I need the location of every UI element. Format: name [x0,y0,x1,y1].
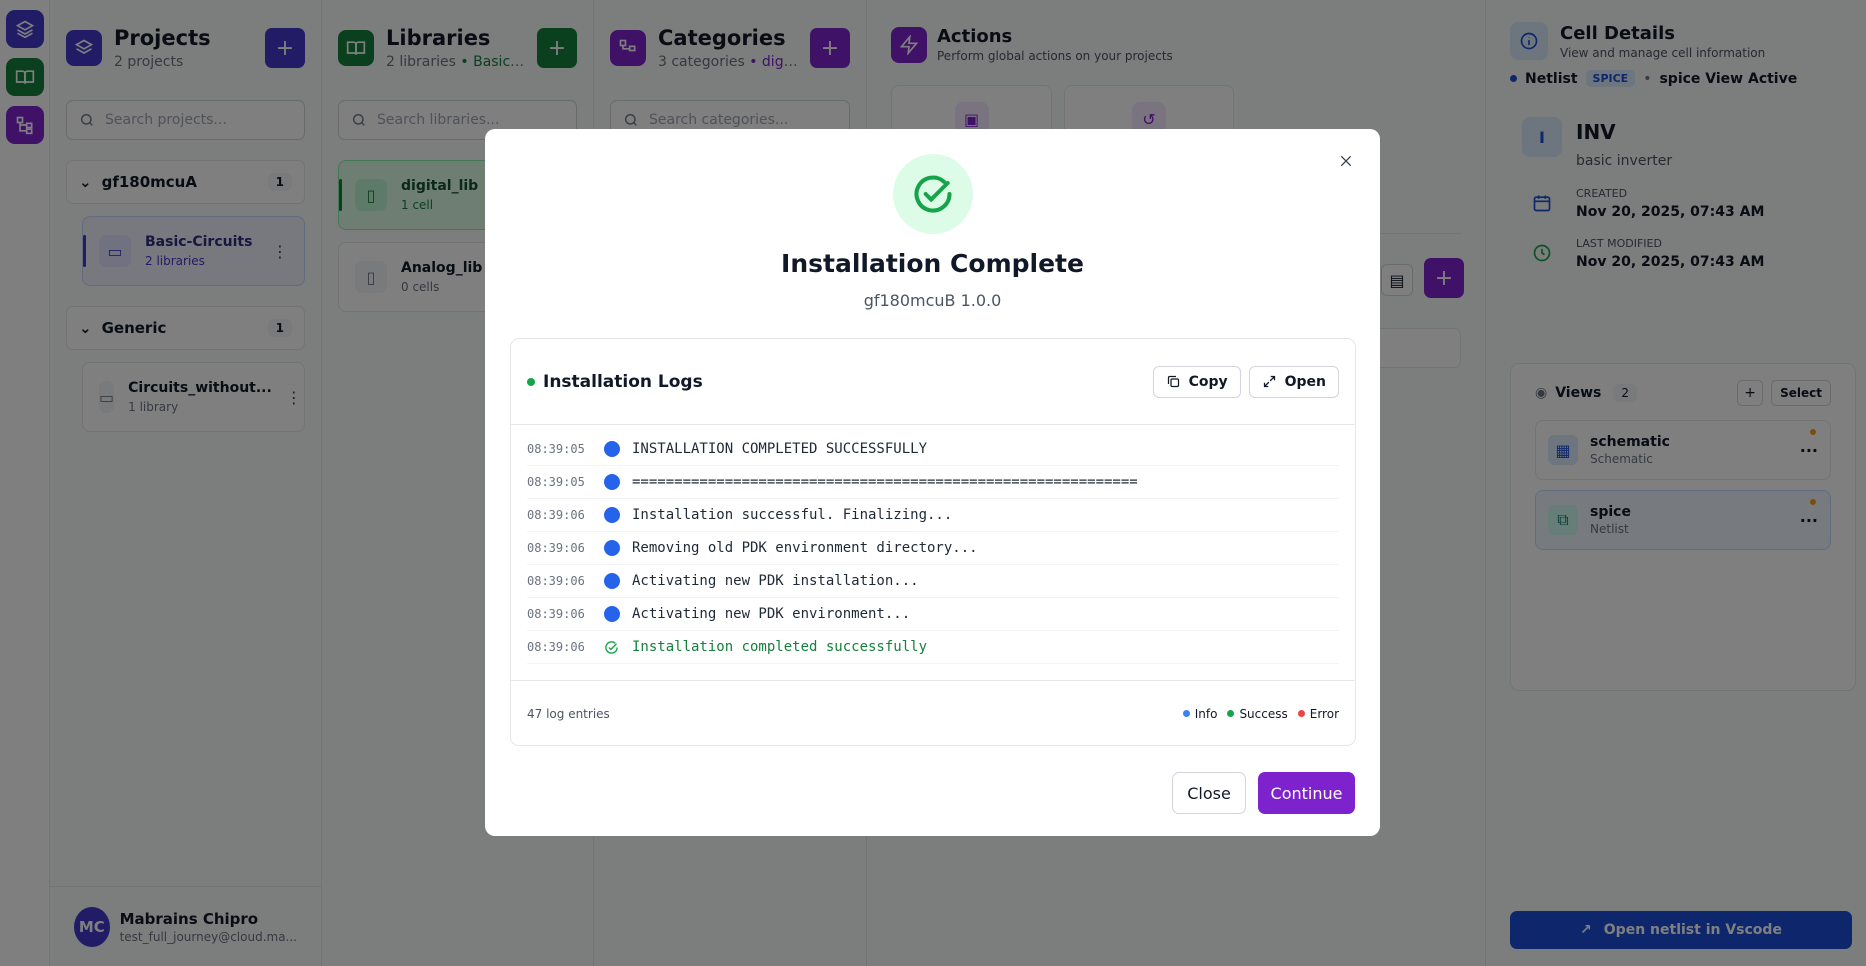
info-dot-icon [603,507,620,524]
error-dot [1297,710,1305,717]
log-row: 08:39:06 Installation completed successfu… [527,631,1339,664]
log-timestamp: 08:39:05 [527,442,585,456]
log-timestamp: 08:39:06 [527,640,585,654]
expand-icon [1263,375,1275,388]
copy-label: Copy [1188,373,1228,390]
log-row: 08:39:06 Activating new PDK installation.… [527,565,1339,598]
log-message: Activating new PDK installation... [632,573,919,589]
success-dot [1227,710,1235,717]
log-row: 08:39:05 ================================… [527,466,1339,499]
success-check-icon [893,154,973,234]
dialog-title: Installation Complete [781,249,1084,278]
copy-icon [1167,375,1179,388]
copy-logs-button[interactable]: Copy [1152,365,1241,398]
open-label: Open [1284,373,1326,390]
log-entries-count: 47 log entries [527,706,610,721]
continue-button[interactable]: Continue [1258,772,1355,814]
log-message: Installation completed successfully [632,639,928,655]
info-dot-icon [603,606,620,623]
info-dot [1182,710,1190,717]
log-message: ========================================… [632,474,1138,490]
log-timestamp: 08:39:06 [527,574,585,588]
logs-footer: 47 log entries Info Success Error [511,680,1355,745]
log-message: Installation successful. Finalizing... [632,507,953,523]
installation-complete-dialog: Installation Complete gf180mcuB 1.0.0 In… [485,129,1380,836]
legend-info: Info [1194,706,1218,721]
log-row: 08:39:06 Removing old PDK environment dir… [527,532,1339,565]
log-message: Removing old PDK environment directory..… [632,540,978,556]
log-timestamp: 08:39:05 [527,475,585,489]
close-button[interactable]: Close [1172,772,1246,814]
info-dot-icon [603,573,620,590]
dialog-subtitle: gf180mcuB 1.0.0 [863,291,1002,310]
log-row: 08:39:05 INSTALLATION COMPLETED SUCCESSFU… [527,433,1339,466]
log-timestamp: 08:39:06 [527,508,585,522]
open-logs-button[interactable]: Open [1248,365,1339,398]
log-message: INSTALLATION COMPLETED SUCCESSFULLY [632,441,928,457]
info-dot-icon [603,474,620,491]
status-dot [527,377,535,386]
log-legend: Info Success Error [1182,706,1339,721]
log-timestamp: 08:39:06 [527,541,585,555]
info-dot-icon [603,540,620,557]
log-row: 08:39:06 Installation successful. Finaliz… [527,499,1339,532]
check-circle-icon [603,639,620,656]
close-icon[interactable] [1334,149,1358,173]
log-timestamp: 08:39:06 [527,607,585,621]
log-message: Activating new PDK environment... [632,606,911,622]
legend-success: Success [1239,706,1288,721]
info-dot-icon [603,441,620,458]
logs-title: Installation Logs [543,371,703,392]
legend-error: Error [1309,706,1339,721]
log-row: 08:39:06 Activating new PDK environment..… [527,598,1339,631]
logs-header: Installation Logs Copy Open [511,339,1355,425]
installation-logs-panel: Installation Logs Copy Open 08:39:05 INST… [510,338,1356,746]
log-list: 08:39:05 INSTALLATION COMPLETED SUCCESSFU… [511,425,1355,680]
